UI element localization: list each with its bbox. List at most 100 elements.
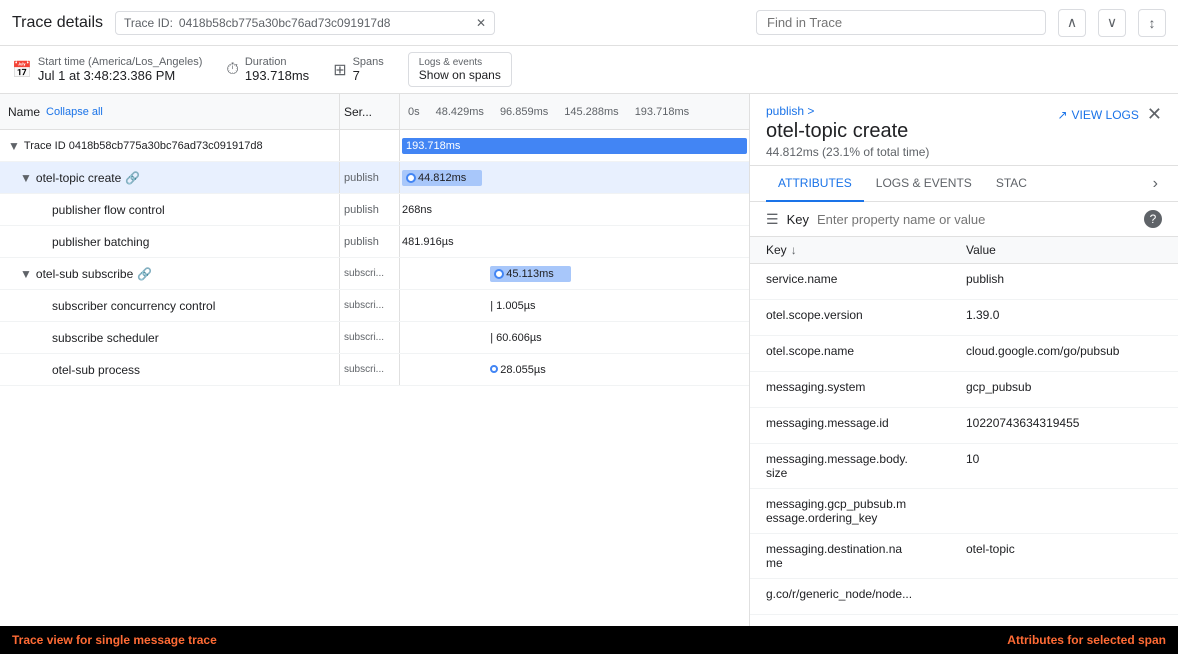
view-logs-button[interactable]: ↗ VIEW LOGS (1057, 108, 1138, 122)
row-timeline-pub-batch: 481.916µs (400, 226, 749, 257)
duration-item: ⏱ Duration 193.718ms (226, 56, 309, 83)
start-time-item: 📅 Start time (America/Los_Angeles) Jul 1… (12, 56, 202, 83)
tab-logs-events[interactable]: LOGS & EVENTS (864, 166, 984, 202)
help-icon[interactable]: ? (1144, 210, 1162, 228)
find-prev-button[interactable]: ∧ (1058, 9, 1086, 37)
row-name-root: ▼ Trace ID 0418b58cb775a30bc76ad73c09191… (0, 130, 340, 161)
tab-nav-right-button[interactable]: › (1149, 175, 1162, 193)
spans-icon: ⊞ (333, 60, 346, 80)
right-panel: publish > otel-topic create 44.812ms (23… (750, 94, 1178, 626)
external-link-icon: ↗ (1057, 108, 1067, 122)
tab-attributes[interactable]: ATTRIBUTES (766, 166, 864, 202)
chevron-down-icon[interactable]: ▼ (20, 267, 32, 281)
trace-row[interactable]: subscriber concurrency control subscri..… (0, 290, 749, 322)
attr-table-header: Key ↓ Value (750, 237, 1178, 264)
page-title: Trace details (12, 14, 103, 32)
attr-key: messaging.gcp_pubsub.message.ordering_ke… (766, 497, 966, 525)
col-service: Ser... (340, 94, 400, 129)
meta-bar: 📅 Start time (America/Los_Angeles) Jul 1… (0, 46, 1178, 94)
filter-icon: ☰ (766, 211, 779, 228)
annotation-bar: Trace view for single message trace Attr… (0, 626, 1178, 654)
row-service-otel-topic: publish (340, 162, 400, 193)
trace-row[interactable]: ▼ otel-topic create 🔗 publish 44.812ms (0, 162, 749, 194)
attr-value: otel-topic (966, 542, 1015, 556)
clear-trace-icon[interactable]: ✕ (476, 16, 486, 30)
attr-key: service.name (766, 272, 966, 286)
attr-row: messaging.gcp_pubsub.message.ordering_ke… (750, 489, 1178, 534)
tl-2: 96.859ms (500, 106, 548, 118)
attr-key: messaging.message.id (766, 416, 966, 430)
close-panel-button[interactable]: ✕ (1147, 104, 1162, 125)
trace-row[interactable]: subscribe scheduler subscri... | 60.606µ… (0, 322, 749, 354)
chevron-down-icon[interactable]: ▼ (8, 139, 20, 153)
trace-row[interactable]: ▼ otel-sub subscribe 🔗 subscri... 45.113… (0, 258, 749, 290)
logs-events-box: Logs & events Show on spans (408, 52, 512, 87)
trace-row[interactable]: publisher flow control publish 268ns (0, 194, 749, 226)
row-name-otel-topic: ▼ otel-topic create 🔗 (0, 162, 340, 193)
attr-row: otel.scope.name cloud.google.com/go/pubs… (750, 336, 1178, 372)
trace-rows: ▼ Trace ID 0418b58cb775a30bc76ad73c09191… (0, 130, 749, 626)
row-timeline-otel-topic: 44.812ms (400, 162, 749, 193)
tab-stack[interactable]: STAC (984, 166, 1039, 202)
chevron-down-icon[interactable]: ▼ (20, 171, 32, 185)
sort-icon[interactable]: ↓ (791, 243, 797, 257)
tab-nav: › (1149, 166, 1162, 201)
start-value: Jul 1 at 3:48:23.386 PM (38, 68, 202, 83)
attr-key: otel.scope.name (766, 344, 966, 358)
trace-row[interactable]: ▼ Trace ID 0418b58cb775a30bc76ad73c09191… (0, 130, 749, 162)
attr-key: g.co/r/generic_node/node... (766, 587, 966, 601)
attr-row: messaging.message.id 10220743634319455 (750, 408, 1178, 444)
detail-actions: ↗ VIEW LOGS ✕ (1057, 104, 1162, 125)
collapse-all-button[interactable]: Collapse all (46, 106, 103, 118)
row-name-pub-flow: publisher flow control (0, 194, 340, 225)
detail-subtitle: 44.812ms (23.1% of total time) (766, 145, 929, 159)
trace-header: Name Collapse all Ser... 0s 48.429ms 96.… (0, 94, 749, 130)
trace-row[interactable]: publisher batching publish 481.916µs (0, 226, 749, 258)
logs-events-value: Show on spans (419, 68, 501, 82)
row-service-root (340, 130, 400, 161)
row-name-otel-sub: ▼ otel-sub subscribe 🔗 (0, 258, 340, 289)
row-name-sub-conc: subscriber concurrency control (0, 290, 340, 321)
spans-item: ⊞ Spans 7 (333, 56, 384, 83)
duration-value: 193.718ms (245, 68, 309, 83)
attributes-table: Key ↓ Value service.name publish otel.sc… (750, 237, 1178, 626)
attr-row: otel.scope.version 1.39.0 (750, 300, 1178, 336)
detail-header: publish > otel-topic create 44.812ms (23… (750, 94, 1178, 166)
trace-id-field[interactable]: Trace ID: 0418b58cb775a30bc76ad73c091917… (115, 11, 495, 35)
attr-row: g.co/r/generic_node/node... (750, 579, 1178, 615)
tl-3: 145.288ms (564, 106, 618, 118)
row-service-sub-conc: subscri... (340, 290, 400, 321)
breadcrumb[interactable]: publish > (766, 104, 929, 118)
bar-label-pub-flow: 268ns (402, 204, 432, 216)
col-name: Name Collapse all (0, 94, 340, 129)
attr-value: 10 (966, 452, 979, 466)
row-service-pub-batch: publish (340, 226, 400, 257)
attr-value: gcp_pubsub (966, 380, 1031, 394)
trace-row[interactable]: otel-sub process subscri... 28.055µs (0, 354, 749, 386)
col-name-label: Name (8, 105, 40, 119)
col-timeline: 0s 48.429ms 96.859ms 145.288ms 193.718ms (400, 94, 749, 129)
bar-label-root: 193.718ms (406, 140, 460, 152)
calendar-icon: 📅 (12, 60, 32, 80)
find-trace-input[interactable] (767, 15, 1035, 30)
bar-label-sub-proc: 28.055µs (490, 364, 545, 376)
logs-events-label: Logs & events (419, 57, 501, 68)
row-name-sub-sched: subscribe scheduler (0, 322, 340, 353)
trace-id-value: 0418b58cb775a30bc76ad73c091917d8 (179, 16, 470, 30)
clock-icon: ⏱ (226, 61, 238, 79)
filter-bar: ☰ Key ? (750, 202, 1178, 237)
row-timeline-sub-conc: | 1.005µs (400, 290, 749, 321)
attr-row: messaging.message.body.size 10 (750, 444, 1178, 489)
filter-label: Key (787, 212, 809, 227)
attr-key: messaging.message.body.size (766, 452, 966, 480)
link-icon[interactable]: 🔗 (125, 171, 140, 185)
find-trace-input-wrap[interactable] (756, 10, 1046, 35)
link-icon[interactable]: 🔗 (137, 267, 152, 281)
attr-value: publish (966, 272, 1004, 286)
filter-input[interactable] (817, 212, 1136, 227)
find-expand-button[interactable]: ↕ (1138, 9, 1166, 37)
spans-label: Spans (353, 56, 384, 68)
spans-value: 7 (353, 68, 384, 83)
find-next-button[interactable]: ∨ (1098, 9, 1126, 37)
attr-key: messaging.destination.name (766, 542, 966, 570)
